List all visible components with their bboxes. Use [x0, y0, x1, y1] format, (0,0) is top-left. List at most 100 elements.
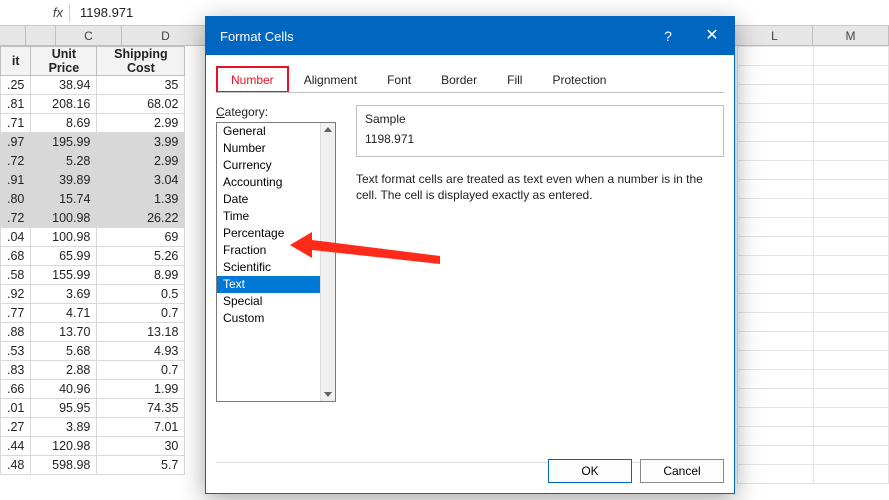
cell[interactable]: .04 [1, 228, 31, 247]
cell[interactable] [738, 142, 814, 161]
cell[interactable] [738, 332, 814, 351]
cell[interactable] [813, 161, 889, 180]
cell[interactable] [813, 47, 889, 66]
cell[interactable]: .71 [1, 114, 31, 133]
cell[interactable]: .44 [1, 437, 31, 456]
tab-border[interactable]: Border [426, 66, 492, 93]
cell[interactable] [813, 66, 889, 85]
table-row[interactable]: .9139.893.04 [1, 171, 185, 190]
cell[interactable]: 65.99 [31, 247, 97, 266]
cell[interactable]: 4.71 [31, 304, 97, 323]
cell[interactable]: 100.98 [31, 209, 97, 228]
cell[interactable] [813, 142, 889, 161]
category-item[interactable]: Number [217, 140, 335, 157]
cell[interactable]: 195.99 [31, 133, 97, 152]
cell[interactable]: .53 [1, 342, 31, 361]
cell[interactable] [738, 237, 814, 256]
cell[interactable]: 5.7 [97, 456, 185, 475]
category-item[interactable]: Date [217, 191, 335, 208]
cell[interactable]: 5.28 [31, 152, 97, 171]
cell[interactable] [813, 123, 889, 142]
cell[interactable]: .68 [1, 247, 31, 266]
table-row[interactable]: .44120.9830 [1, 437, 185, 456]
cell[interactable]: .27 [1, 418, 31, 437]
cell[interactable]: 39.89 [31, 171, 97, 190]
category-item[interactable]: Percentage [217, 225, 335, 242]
cell[interactable]: 68.02 [97, 95, 185, 114]
cell[interactable] [738, 256, 814, 275]
table-row[interactable]: .48598.985.7 [1, 456, 185, 475]
cell[interactable] [813, 351, 889, 370]
category-item[interactable]: Accounting [217, 174, 335, 191]
cell[interactable] [813, 389, 889, 408]
cell[interactable] [738, 47, 814, 66]
category-item[interactable]: Currency [217, 157, 335, 174]
category-item[interactable]: Text [217, 276, 335, 293]
cell[interactable] [813, 427, 889, 446]
cell[interactable]: 35 [97, 76, 185, 95]
cell[interactable]: 13.18 [97, 323, 185, 342]
col-header-b[interactable] [26, 26, 56, 45]
table-row[interactable]: .72100.9826.22 [1, 209, 185, 228]
cell[interactable]: .97 [1, 133, 31, 152]
table-row[interactable]: .2538.9435 [1, 76, 185, 95]
tab-number[interactable]: Number [216, 66, 289, 93]
category-item[interactable]: Scientific [217, 259, 335, 276]
cell[interactable]: .81 [1, 95, 31, 114]
cell[interactable]: 13.70 [31, 323, 97, 342]
cell[interactable] [813, 465, 889, 484]
cell[interactable] [738, 446, 814, 465]
table-row[interactable]: .725.282.99 [1, 152, 185, 171]
cell[interactable]: 208.16 [31, 95, 97, 114]
cell[interactable]: 0.5 [97, 285, 185, 304]
cell[interactable] [813, 104, 889, 123]
cell[interactable]: 38.94 [31, 76, 97, 95]
table-row[interactable]: .273.897.01 [1, 418, 185, 437]
cell[interactable]: .80 [1, 190, 31, 209]
cell[interactable]: 1.99 [97, 380, 185, 399]
cell[interactable] [813, 218, 889, 237]
cell[interactable]: 155.99 [31, 266, 97, 285]
ok-button[interactable]: OK [548, 459, 632, 483]
cell[interactable]: 69 [97, 228, 185, 247]
cell[interactable]: .92 [1, 285, 31, 304]
cell[interactable] [813, 446, 889, 465]
cell[interactable]: .25 [1, 76, 31, 95]
cell[interactable]: .01 [1, 399, 31, 418]
table-row[interactable]: .8015.741.39 [1, 190, 185, 209]
cell[interactable] [813, 332, 889, 351]
table-row[interactable]: .97195.993.99 [1, 133, 185, 152]
cell[interactable] [813, 180, 889, 199]
cell[interactable]: 598.98 [31, 456, 97, 475]
cell[interactable]: 1.39 [97, 190, 185, 209]
cell[interactable] [738, 313, 814, 332]
cell[interactable]: 5.68 [31, 342, 97, 361]
cell[interactable] [738, 370, 814, 389]
cell[interactable]: 2.88 [31, 361, 97, 380]
cell[interactable]: 3.99 [97, 133, 185, 152]
category-item[interactable]: General [217, 123, 335, 140]
help-button[interactable]: ? [646, 17, 690, 55]
close-button[interactable]: ✕ [690, 17, 734, 55]
cancel-button[interactable]: Cancel [640, 459, 724, 483]
cell[interactable]: .72 [1, 152, 31, 171]
cell[interactable]: .48 [1, 456, 31, 475]
cell[interactable]: 2.99 [97, 152, 185, 171]
cell[interactable] [813, 294, 889, 313]
category-item[interactable]: Custom [217, 310, 335, 327]
cell[interactable]: 95.95 [31, 399, 97, 418]
cell[interactable] [738, 408, 814, 427]
category-item[interactable]: Time [217, 208, 335, 225]
cell[interactable]: 4.93 [97, 342, 185, 361]
col-header-m[interactable]: M [813, 26, 889, 45]
cell[interactable]: 8.99 [97, 266, 185, 285]
cell[interactable]: .72 [1, 209, 31, 228]
cell[interactable]: 7.01 [97, 418, 185, 437]
cell[interactable] [738, 427, 814, 446]
cell[interactable]: 3.69 [31, 285, 97, 304]
cell[interactable]: 100.98 [31, 228, 97, 247]
tab-protection[interactable]: Protection [537, 66, 621, 93]
cell[interactable] [738, 465, 814, 484]
cell[interactable]: .66 [1, 380, 31, 399]
cell[interactable] [738, 85, 814, 104]
